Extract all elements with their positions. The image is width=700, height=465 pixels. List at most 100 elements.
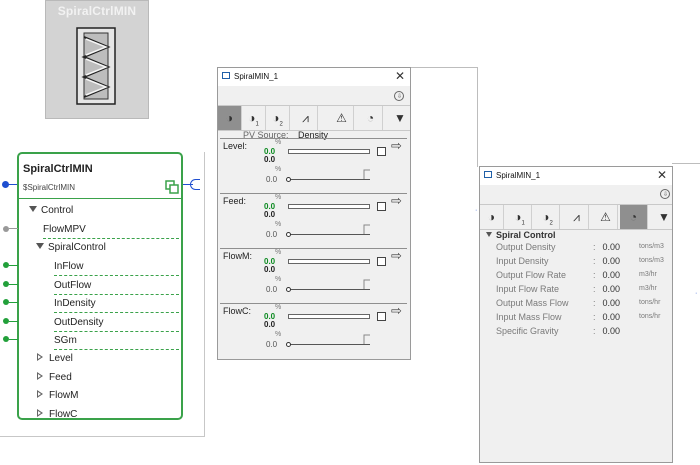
tree-label: OutDensity <box>54 317 104 328</box>
tree-item-indensity[interactable]: InDensity <box>54 298 96 309</box>
separator <box>54 331 179 332</box>
ramp-icon <box>363 224 370 234</box>
tree-item-flowc[interactable]: FlowC <box>37 409 77 420</box>
tree-item-sgm[interactable]: SGm <box>54 335 77 346</box>
loop-2-icon[interactable]: ◑2 <box>266 106 290 130</box>
pin-glyph: ⇩ <box>663 192 669 198</box>
navigate-arrow-icon[interactable]: ⇨ <box>391 303 402 319</box>
faceplate-window-2[interactable]: SpiralMIN_1 ✕ ⇩ ◑ ◑1 ◑2 ⩘ ⚠ ◔ ▼ Spiral C… <box>479 166 673 463</box>
loop-section-level: Level: % 0.0 0.0 ⇨ % 0.0 <box>220 138 407 194</box>
loop-1-icon[interactable]: ◑1 <box>508 205 532 229</box>
tree-item-level[interactable]: Level <box>37 353 73 364</box>
section-header[interactable]: Spiral Control <box>486 230 556 240</box>
tree-item-feed[interactable]: Feed <box>37 372 72 383</box>
separator <box>43 238 179 239</box>
input-pin[interactable] <box>2 181 9 188</box>
function-block[interactable]: SpiralCtrlMIN $SpiralCtrlMIN Control Flo… <box>17 152 183 420</box>
link-icon[interactable] <box>165 180 179 194</box>
close-icon[interactable]: ✕ <box>657 168 667 182</box>
chevron-right-icon[interactable] <box>37 390 43 398</box>
block-divider <box>19 198 181 199</box>
row-label: Output Density <box>496 242 556 252</box>
titlebar[interactable]: SpiralMIN_1 ✕ <box>480 167 672 185</box>
output-value: 0.0 <box>266 340 278 349</box>
loop-2-icon[interactable]: ◑2 <box>536 205 560 229</box>
pin-flowmpv[interactable] <box>3 226 9 232</box>
row-label: Input Mass Flow <box>496 312 562 322</box>
chevron-right-icon[interactable] <box>37 353 43 361</box>
chevron-right-icon[interactable] <box>37 372 43 380</box>
auto-checkbox[interactable] <box>377 257 386 266</box>
window-title: SpiralMIN_1 <box>234 72 279 81</box>
tree-item-flowmpv[interactable]: FlowMPV <box>43 224 86 235</box>
chevron-down-icon[interactable] <box>36 243 44 249</box>
sp-value: 0.0 <box>264 320 276 329</box>
navigate-arrow-icon[interactable]: ⇨ <box>391 193 402 209</box>
home-icon[interactable]: ◑ <box>218 106 242 130</box>
auto-checkbox[interactable] <box>377 202 386 211</box>
chevron-right-icon[interactable] <box>37 409 43 417</box>
trend-icon[interactable]: ⩘ <box>294 106 318 130</box>
window-icon <box>222 72 230 79</box>
output-slider-knob[interactable] <box>286 287 291 292</box>
tree-label: FlowM <box>49 390 79 401</box>
icon-preview[interactable]: SpiralCtrlMIN <box>45 0 149 119</box>
percent-label: % <box>275 166 282 173</box>
output-value: 0.0 <box>266 175 278 184</box>
chevron-down-icon[interactable] <box>486 232 492 237</box>
output-slider-track[interactable] <box>289 234 370 235</box>
output-slider-track[interactable] <box>289 289 370 290</box>
section-label: Level: <box>223 141 248 151</box>
gauge-icon[interactable]: ◔ <box>620 205 648 229</box>
percent-label: % <box>275 276 282 283</box>
row-label: Output Mass Flow <box>496 298 569 308</box>
output-pin[interactable] <box>190 179 200 190</box>
navigate-arrow-icon[interactable]: ⇨ <box>391 138 402 154</box>
dropdown-icon[interactable]: ▼ <box>388 106 412 130</box>
tree-item-control[interactable]: Control <box>29 205 73 216</box>
pin-wire <box>9 265 18 266</box>
auto-checkbox[interactable] <box>377 312 386 321</box>
tree-item-outflow[interactable]: OutFlow <box>54 280 91 291</box>
loop-section-flowc: FlowC: % 0.0 0.0 ⇨ % 0.0 <box>220 303 407 359</box>
separator <box>54 294 179 295</box>
row-colon: : <box>593 326 596 336</box>
tree-label: Feed <box>49 372 72 383</box>
gauge-icon[interactable]: ◔ <box>359 106 383 130</box>
output-slider-knob[interactable] <box>286 177 291 182</box>
separator <box>54 349 179 350</box>
loop-1-icon[interactable]: ◑1 <box>242 106 266 130</box>
separator <box>54 312 179 313</box>
row-colon: : <box>593 298 596 308</box>
loop-section-flowm: FlowM: % 0.0 0.0 ⇨ % 0.0 <box>220 248 407 304</box>
auto-checkbox[interactable] <box>377 147 386 156</box>
tree-item-flowm[interactable]: FlowM <box>37 390 78 401</box>
alarm-icon[interactable]: ⚠ <box>330 106 354 130</box>
row-value: 0.00 <box>602 298 620 308</box>
trend-icon[interactable]: ⩘ <box>565 205 589 229</box>
pv-bar <box>288 149 370 154</box>
dropdown-icon[interactable]: ▼ <box>652 205 676 229</box>
close-icon[interactable]: ✕ <box>395 69 405 83</box>
titlebar[interactable]: SpiralMIN_1 ✕ <box>218 68 410 86</box>
section-label: FlowM: <box>223 251 252 261</box>
percent-label: % <box>275 304 282 311</box>
tree-item-outdensity[interactable]: OutDensity <box>54 317 103 328</box>
alarm-icon[interactable]: ⚠ <box>594 205 618 229</box>
row-value: 0.00 <box>602 270 620 280</box>
pin-wire <box>9 321 18 322</box>
output-slider-knob[interactable] <box>286 232 291 237</box>
tree-item-spiralcontrol[interactable]: SpiralControl <box>36 242 106 253</box>
output-slider-track[interactable] <box>289 179 370 180</box>
home-icon[interactable]: ◑ <box>480 205 504 229</box>
chevron-down-icon[interactable] <box>29 206 37 212</box>
row-unit: tons/hr <box>639 313 661 320</box>
pin-wire <box>9 339 18 340</box>
row-unit: tons/hr <box>639 299 661 306</box>
output-slider-knob[interactable] <box>286 342 291 347</box>
navigate-arrow-icon[interactable]: ⇨ <box>391 248 402 264</box>
faceplate-window-1[interactable]: SpiralMIN_1 ✕ ⇩ ◑ ◑1 ◑2 ⩘ ⚠ ◔ ▼ PV Sourc… <box>217 67 411 360</box>
tree-item-inflow[interactable]: InFlow <box>54 261 83 272</box>
output-slider-track[interactable] <box>289 344 370 345</box>
row-colon: : <box>593 312 596 322</box>
